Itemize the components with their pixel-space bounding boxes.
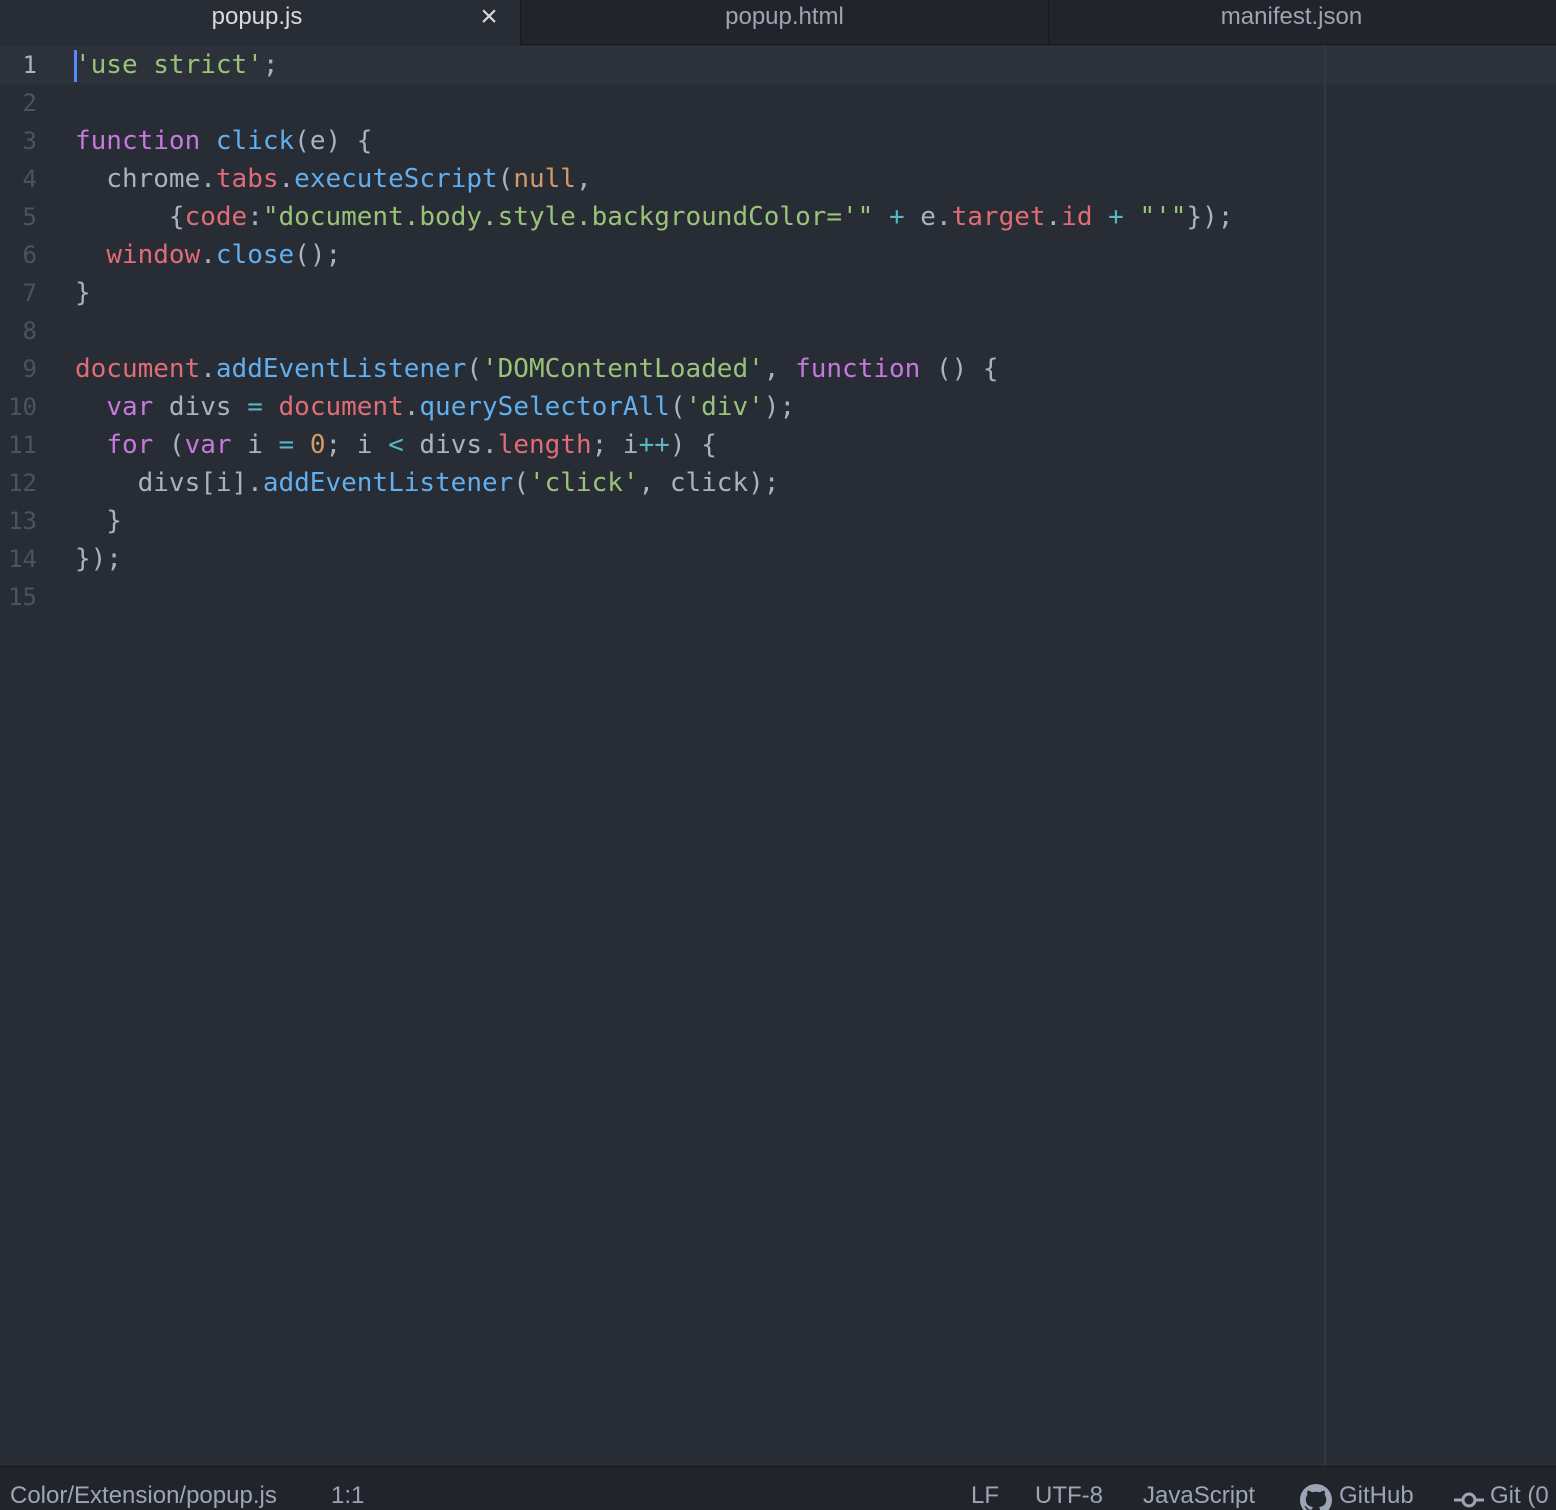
code-line[interactable]: } bbox=[75, 274, 91, 312]
git-status-button[interactable]: Git (0 bbox=[1490, 1481, 1549, 1510]
code-line[interactable]: }); bbox=[75, 540, 122, 578]
text-cursor bbox=[74, 50, 77, 82]
line-number: 12 bbox=[8, 469, 37, 497]
line-number: 7 bbox=[22, 279, 37, 307]
status-bar: Color/Extension/popup.js 1:1 LF UTF-8 Ja… bbox=[0, 1466, 1556, 1510]
code-line[interactable]: var divs = document.querySelectorAll('di… bbox=[75, 388, 795, 426]
code-lines[interactable]: 'use strict'; function click(e) { chrome… bbox=[75, 45, 1315, 1466]
git-commit-icon[interactable] bbox=[1454, 1489, 1484, 1510]
line-number: 6 bbox=[22, 241, 37, 269]
code-line[interactable]: chrome.tabs.executeScript(null, bbox=[75, 160, 591, 198]
github-button[interactable]: GitHub bbox=[1339, 1481, 1414, 1510]
line-number: 10 bbox=[8, 393, 37, 421]
line-number: 11 bbox=[8, 431, 37, 459]
line-number: 4 bbox=[22, 165, 37, 193]
code-line[interactable]: {code:"document.body.style.backgroundCol… bbox=[75, 198, 1234, 236]
tab-title: popup.js bbox=[211, 3, 303, 30]
code-line[interactable]: 'use strict'; bbox=[75, 46, 279, 84]
cursor-position[interactable]: 1:1 bbox=[331, 1481, 364, 1510]
tab-popup-js[interactable]: popup.js × bbox=[0, 0, 521, 45]
line-number: 5 bbox=[22, 203, 37, 231]
code-line[interactable]: } bbox=[75, 502, 122, 540]
line-number: 1 bbox=[22, 51, 37, 79]
close-icon[interactable]: × bbox=[477, 2, 501, 32]
line-ending-selector[interactable]: LF bbox=[971, 1481, 999, 1510]
github-octocat-icon[interactable] bbox=[1300, 1484, 1332, 1510]
wrap-guide bbox=[1324, 45, 1326, 1466]
line-number: 8 bbox=[22, 317, 37, 345]
code-line[interactable]: function click(e) { bbox=[75, 122, 372, 160]
code-editor[interactable]: 1 2 3 4 5 6 7 8 9 10 11 12 13 14 15 'use… bbox=[0, 45, 1556, 1466]
tab-popup-html[interactable]: popup.html bbox=[521, 0, 1049, 45]
line-number: 9 bbox=[22, 355, 37, 383]
line-number: 15 bbox=[8, 583, 37, 611]
tab-bar: popup.js × popup.html manifest.json bbox=[0, 0, 1556, 45]
file-path[interactable]: Color/Extension/popup.js bbox=[10, 1481, 277, 1510]
code-line[interactable]: for (var i = 0; i < divs.length; i++) { bbox=[75, 426, 717, 464]
grammar-selector[interactable]: JavaScript bbox=[1143, 1481, 1255, 1510]
code-line[interactable]: divs[i].addEventListener('click', click)… bbox=[75, 464, 780, 502]
line-number-gutter[interactable]: 1 2 3 4 5 6 7 8 9 10 11 12 13 14 15 bbox=[0, 45, 64, 1466]
encoding-selector[interactable]: UTF-8 bbox=[1035, 1481, 1103, 1510]
line-number: 13 bbox=[8, 507, 37, 535]
tab-manifest-json[interactable]: manifest.json bbox=[1049, 0, 1556, 45]
line-number: 2 bbox=[22, 89, 37, 117]
tab-title: popup.html bbox=[725, 3, 844, 30]
tab-title: manifest.json bbox=[1220, 3, 1363, 30]
line-number: 3 bbox=[22, 127, 37, 155]
code-line[interactable]: document.addEventListener('DOMContentLoa… bbox=[75, 350, 999, 388]
line-number: 14 bbox=[8, 545, 37, 573]
code-line[interactable]: window.close(); bbox=[75, 236, 341, 274]
